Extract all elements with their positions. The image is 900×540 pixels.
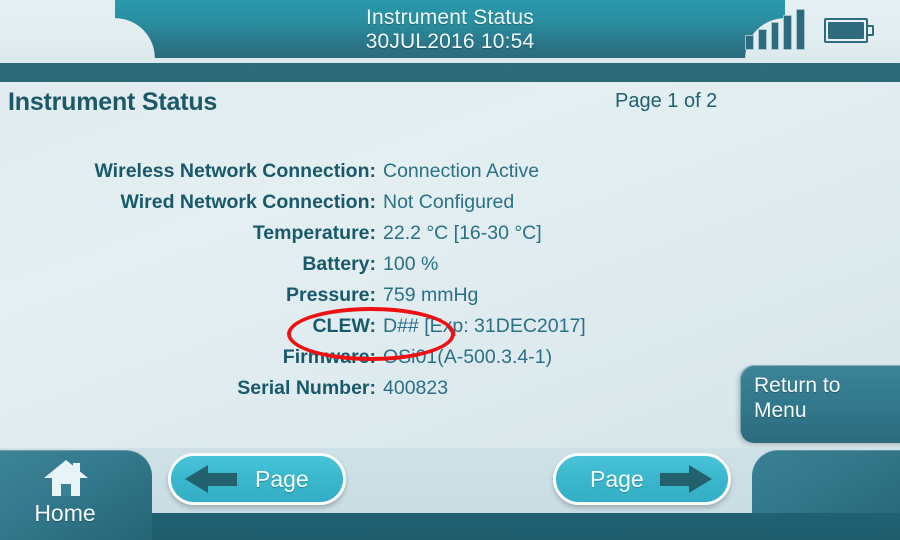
status-value: 22.2 °C [16-30 °C] [383, 222, 542, 244]
arrow-left-head [185, 465, 208, 493]
next-page-button[interactable]: Page [553, 453, 731, 505]
status-row-temperature: Temperature: 22.2 °C [16-30 °C] [0, 222, 760, 253]
status-value: Not Configured [383, 191, 515, 213]
previous-page-button[interactable]: Page [168, 453, 346, 505]
previous-page-label: Page [255, 465, 309, 492]
status-value: D## [Exp: 31DEC2017] [383, 315, 586, 337]
page-title: Instrument Status [8, 88, 218, 116]
signal-bar-3 [770, 22, 780, 50]
home-button-label: Home [34, 500, 96, 526]
status-value: 100 % [383, 253, 439, 275]
return-to-menu-button[interactable]: Return to Menu [740, 365, 900, 443]
status-label: Pressure: [286, 284, 376, 306]
battery-fill [828, 22, 864, 39]
status-row-battery: Battery: 100 % [0, 253, 760, 284]
arrow-right-head [688, 465, 712, 493]
house-roof [44, 460, 88, 478]
next-page-label: Page [590, 465, 644, 492]
status-value: Connection Active [383, 160, 540, 182]
status-value: 759 mmHg [383, 284, 479, 306]
status-row-wireless-network: Wireless Network Connection: Connection … [0, 160, 760, 191]
return-to-menu-line1: Return to [754, 374, 841, 397]
status-row-pressure: Pressure: 759 mmHg [0, 284, 760, 315]
status-row-wired-network: Wired Network Connection: Not Configured [0, 191, 760, 222]
status-row-clew: CLEW: D## [Exp: 31DEC2017] [0, 315, 760, 346]
signal-bar-4 [783, 15, 793, 50]
status-label: Wireless Network Connection: [94, 160, 376, 182]
house-door [61, 484, 71, 496]
signal-bar-1 [745, 35, 754, 50]
status-label: CLEW: [312, 315, 376, 337]
titlebar-datetime: 30JUL2016 10:54 [365, 30, 535, 53]
status-value: 400823 [383, 377, 449, 399]
status-value: OSi01(A-500.3.4-1) [383, 346, 553, 368]
arrow-right-stem [659, 473, 690, 486]
arrow-left-icon [185, 465, 237, 493]
status-row-serial-number: Serial Number: 400823 [0, 377, 760, 408]
home-button[interactable]: Home [0, 450, 152, 540]
page-indicator: Page 1 of 2 [615, 90, 718, 112]
signal-bar-5 [796, 9, 805, 50]
signal-bars-icon [745, 9, 805, 50]
signal-bar-2 [757, 29, 767, 50]
arrow-right-icon [659, 465, 712, 493]
status-label: Firmware: [282, 346, 376, 368]
status-label: Serial Number: [237, 377, 376, 399]
titlebar-text-block: Instrument Status 30JUL2016 10:54 [155, 2, 745, 58]
battery-tip [868, 25, 874, 36]
house-icon [44, 460, 88, 496]
status-label: Wired Network Connection: [120, 191, 377, 213]
instrument-status-screen: Instrument Status 30JUL2016 10:54 Instru… [0, 0, 900, 540]
status-row-firmware: Firmware: OSi01(A-500.3.4-1) [0, 346, 760, 377]
battery-full-icon [824, 18, 876, 43]
titlebar-title: Instrument Status [366, 5, 534, 29]
arrow-left-stem [207, 473, 237, 486]
status-list: Wireless Network Connection: Connection … [0, 160, 760, 408]
status-label: Temperature: [252, 222, 376, 244]
return-to-menu-line2: Menu [754, 398, 807, 422]
status-label: Battery: [302, 253, 376, 275]
